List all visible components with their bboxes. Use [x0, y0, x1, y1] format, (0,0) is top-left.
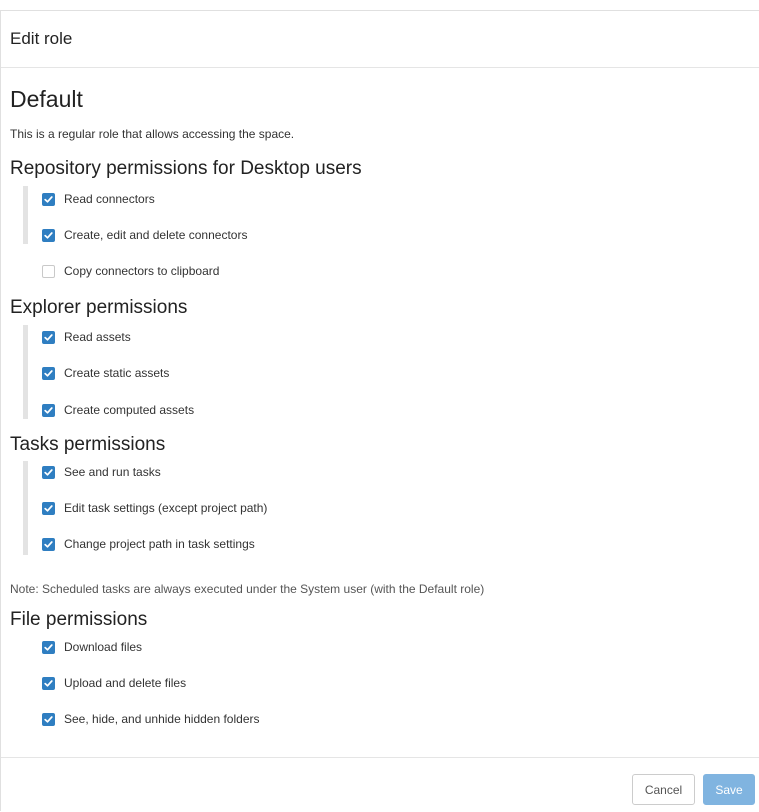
permission-group-repository: Read connectors Create, edit and delete … [23, 186, 247, 244]
permission-label: See and run tasks [64, 465, 161, 479]
checkmark-icon [44, 369, 53, 377]
permission-label: Download files [64, 640, 143, 654]
cancel-button[interactable]: Cancel [632, 774, 695, 805]
section-title-file: File permissions [10, 609, 148, 630]
checkbox[interactable] [42, 228, 55, 242]
checkmark-icon [44, 715, 53, 723]
checkbox[interactable] [42, 264, 55, 278]
checkmark-icon [44, 333, 53, 341]
permission-label: Edit task settings (except project path) [64, 501, 268, 515]
permission-create-static-assets[interactable]: Create static assets [42, 364, 169, 382]
role-description: This is a regular role that allows acces… [10, 127, 295, 141]
permission-read-assets[interactable]: Read assets [42, 328, 131, 346]
permission-group-explorer: Read assets Create static assets Create … [23, 325, 194, 419]
edit-role-dialog: Edit role Default This is a regular role… [0, 10, 759, 811]
section-title-tasks: Tasks permissions [10, 434, 166, 455]
permission-label: See, hide, and unhide hidden folders [64, 712, 260, 726]
checkmark-icon [44, 195, 53, 203]
checkmark-icon [44, 540, 53, 548]
checkbox[interactable] [42, 403, 55, 417]
permission-label: Read connectors [64, 192, 155, 206]
dialog-title: Edit role [10, 29, 73, 48]
role-name: Default [10, 86, 83, 112]
permission-copy-connectors[interactable]: Copy connectors to clipboard [42, 262, 219, 280]
section-title-repository: Repository permissions for Desktop users [10, 158, 362, 179]
permission-label: Upload and delete files [64, 676, 187, 690]
permission-label: Create, edit and delete connectors [64, 228, 248, 242]
permission-label: Change project path in task settings [64, 537, 255, 551]
checkbox[interactable] [42, 676, 55, 690]
permission-create-computed-assets[interactable]: Create computed assets [42, 401, 194, 419]
save-button[interactable]: Save [703, 774, 755, 805]
checkbox[interactable] [42, 366, 55, 380]
checkbox[interactable] [42, 537, 55, 551]
permission-upload-delete-files[interactable]: Upload and delete files [42, 674, 186, 692]
checkbox[interactable] [42, 712, 55, 726]
checkmark-icon [44, 406, 53, 414]
checkmark-icon [44, 679, 53, 687]
permission-group-tasks: See and run tasks Edit task settings (ex… [23, 461, 267, 555]
permission-hidden-folders[interactable]: See, hide, and unhide hidden folders [42, 710, 260, 728]
permission-label: Create static assets [64, 366, 170, 380]
permission-edit-connectors[interactable]: Create, edit and delete connectors [42, 226, 247, 244]
permission-label: Create computed assets [64, 403, 195, 417]
dialog-footer: Cancel Save [1, 757, 759, 812]
checkbox[interactable] [42, 640, 55, 654]
checkmark-icon [44, 504, 53, 512]
dialog-header: Edit role [1, 11, 759, 68]
scheduled-tasks-note: Note: Scheduled tasks are always execute… [10, 582, 485, 596]
permission-label: Copy connectors to clipboard [64, 264, 220, 278]
checkmark-icon [44, 231, 53, 239]
permission-read-connectors[interactable]: Read connectors [42, 190, 155, 208]
section-title-explorer: Explorer permissions [10, 297, 188, 318]
checkmark-icon [44, 643, 53, 651]
permission-see-run-tasks[interactable]: See and run tasks [42, 463, 161, 481]
checkbox[interactable] [42, 465, 55, 479]
permission-label: Read assets [64, 330, 131, 344]
checkbox[interactable] [42, 501, 55, 515]
permission-change-project-path[interactable]: Change project path in task settings [42, 535, 255, 553]
checkmark-icon [44, 468, 53, 476]
checkbox[interactable] [42, 192, 55, 206]
permission-download-files[interactable]: Download files [42, 638, 142, 656]
checkbox[interactable] [42, 330, 55, 344]
permission-edit-task-settings[interactable]: Edit task settings (except project path) [42, 499, 267, 517]
